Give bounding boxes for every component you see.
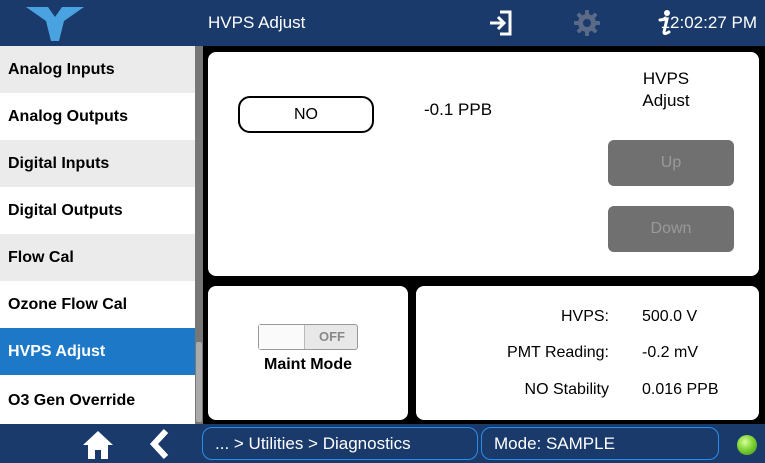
- sidebar-item-analog-outputs[interactable]: Analog Outputs: [0, 93, 195, 140]
- hvps-value: 500.0 V: [642, 308, 698, 325]
- toggle-state: OFF: [319, 329, 345, 344]
- gas-select-button[interactable]: NO: [238, 96, 374, 133]
- gear-icon[interactable]: [572, 8, 602, 38]
- pmt-reading-value: -0.2 mV: [642, 344, 699, 361]
- header-bar: HVPS Adjust 12:02:27 PM: [0, 0, 765, 46]
- mode-indicator[interactable]: Mode: SAMPLE: [481, 427, 719, 460]
- sidebar-item-o3-gen-override[interactable]: O3 Gen Override: [0, 377, 195, 424]
- clock: 12:02:27 PM: [660, 13, 757, 32]
- maint-mode-panel: OFF Maint Mode: [206, 284, 410, 422]
- back-icon[interactable]: [146, 428, 174, 460]
- sidebar-item-digital-inputs[interactable]: Digital Inputs: [0, 140, 195, 187]
- sidebar-menu: Analog Inputs Analog Outputs Digital Inp…: [0, 46, 195, 424]
- home-icon[interactable]: [80, 428, 116, 460]
- status-led-icon: [737, 435, 757, 455]
- maint-mode-toggle[interactable]: OFF: [258, 324, 358, 350]
- logo: [0, 0, 195, 46]
- footer-bar: ... > Utilities > Diagnostics Mode: SAMP…: [0, 424, 765, 463]
- maint-mode-label: Maint Mode: [264, 356, 352, 373]
- sidebar-item-analog-inputs[interactable]: Analog Inputs: [0, 46, 195, 93]
- sidebar-scrollbar[interactable]: [195, 46, 203, 424]
- no-stability-value: 0.016 PPB: [642, 381, 719, 398]
- toggle-knob: [259, 325, 305, 349]
- sidebar-item-digital-outputs[interactable]: Digital Outputs: [0, 187, 195, 234]
- sidebar-item-flow-cal[interactable]: Flow Cal: [0, 234, 195, 281]
- up-button[interactable]: Up: [608, 140, 734, 186]
- hvps-adjust-panel: NO -0.1 PPB HVPS Adjust Up Down: [206, 50, 761, 278]
- pmt-reading-label: PMT Reading:: [507, 344, 609, 361]
- login-icon[interactable]: [486, 8, 516, 38]
- logo-icon: [26, 7, 84, 41]
- sidebar-item-ozone-flow-cal[interactable]: Ozone Flow Cal: [0, 281, 195, 328]
- scrollbar-thumb[interactable]: [196, 342, 202, 422]
- sidebar-item-hvps-adjust[interactable]: HVPS Adjust: [0, 328, 195, 375]
- concentration-value: -0.1 PPB: [424, 100, 493, 119]
- hvps-label: HVPS:: [560, 308, 609, 325]
- panel-heading: HVPS Adjust: [642, 69, 690, 110]
- readings-panel: HVPS: 500.0 V PMT Reading: -0.2 mV NO St…: [414, 284, 761, 422]
- breadcrumb[interactable]: ... > Utilities > Diagnostics: [202, 427, 478, 460]
- no-stability-label: NO Stability: [524, 381, 609, 398]
- page-title: HVPS Adjust: [208, 13, 306, 32]
- down-button[interactable]: Down: [608, 206, 734, 252]
